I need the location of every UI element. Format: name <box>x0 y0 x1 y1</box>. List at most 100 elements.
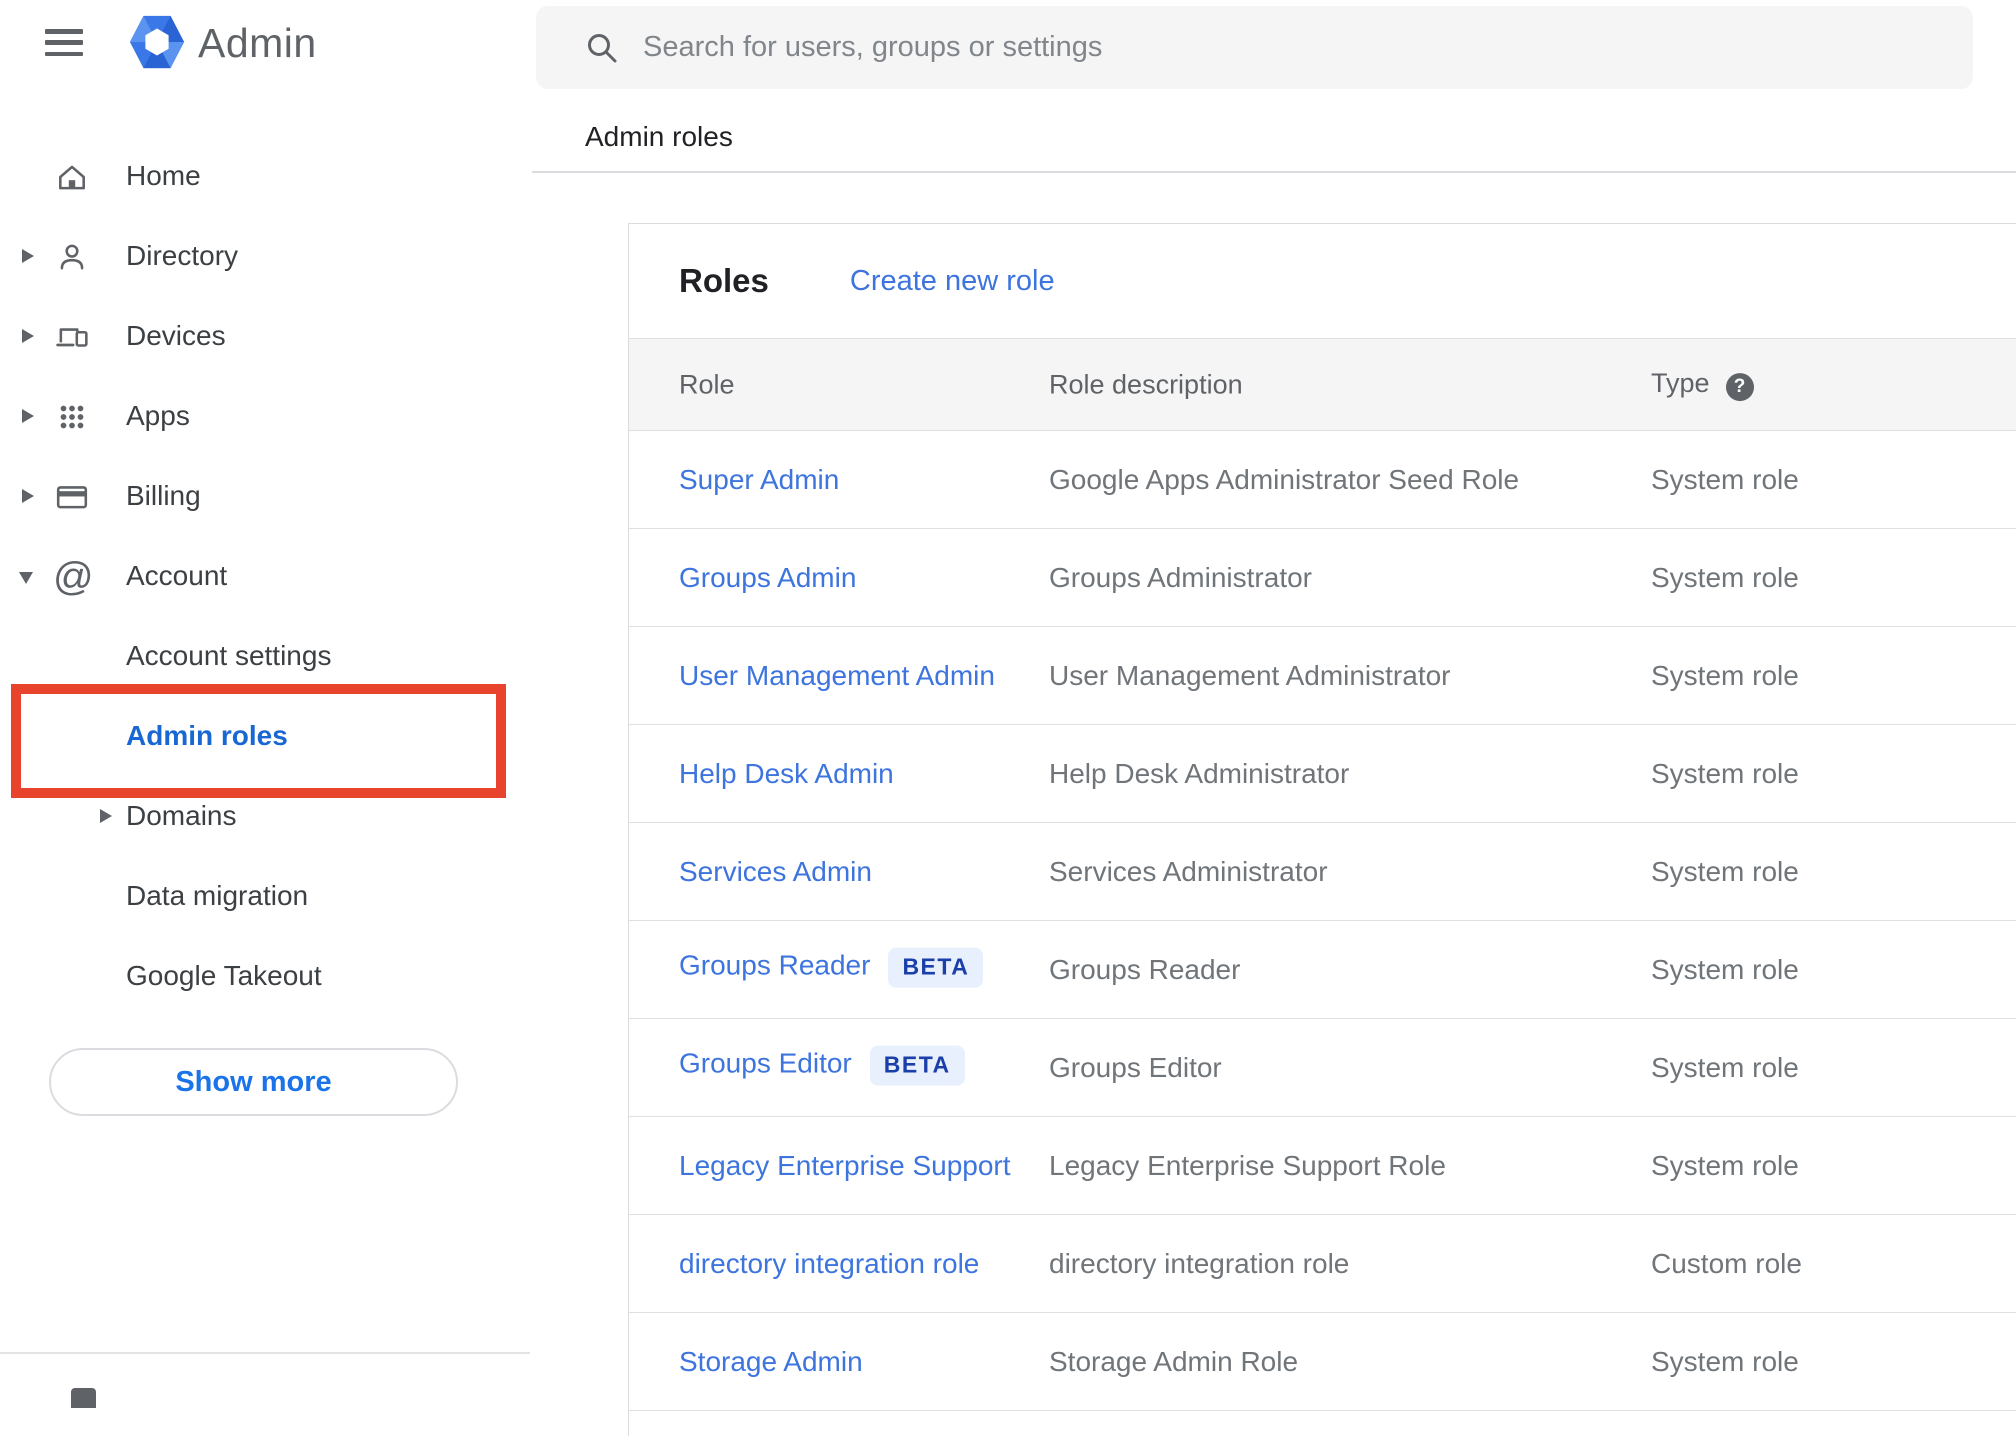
role-link[interactable]: Help Desk Admin <box>679 758 894 789</box>
sidebar-item-directory[interactable]: Directory <box>0 216 530 296</box>
role-description: User Management Administrator <box>1049 659 1451 691</box>
search-input[interactable] <box>643 6 1923 89</box>
sidebar-divider <box>0 1352 530 1354</box>
role-link[interactable]: Legacy Enterprise Support <box>679 1150 1011 1181</box>
role-type: Custom role <box>1651 1247 1802 1279</box>
apps-icon <box>55 400 89 434</box>
expand-arrow-icon[interactable] <box>100 809 112 823</box>
sidebar-item-account[interactable]: @ Account <box>0 536 530 616</box>
column-header-role: Role <box>679 369 735 399</box>
card-icon <box>55 480 89 514</box>
role-type: System role <box>1651 659 1799 691</box>
role-link[interactable]: Super Admin <box>679 464 839 495</box>
table-row: Legacy Enterprise Support Legacy Enterpri… <box>629 1117 2016 1215</box>
show-more-button[interactable]: Show more <box>49 1048 458 1116</box>
sidebar-item-label: Home <box>126 160 201 191</box>
admin-console-page: { "app": { "product_name": "Admin" }, "s… <box>0 0 2016 1436</box>
role-type: System role <box>1651 1149 1799 1181</box>
beta-badge: BETA <box>869 1045 965 1086</box>
sidebar-item-label: Devices <box>126 320 226 351</box>
role-type: System role <box>1651 953 1799 985</box>
expand-arrow-icon[interactable] <box>22 409 34 423</box>
role-type: System role <box>1651 463 1799 495</box>
sidebar-item-google-takeout[interactable]: Google Takeout <box>0 936 530 1016</box>
sidebar-item-apps[interactable]: Apps <box>0 376 530 456</box>
table-row: Groups Editor BETA Groups Editor System rol… <box>629 1019 2016 1117</box>
sidebar-header: Admin <box>0 0 530 90</box>
person-icon <box>55 240 89 274</box>
sidebar: Admin Home Directory Devices Apps Billing @ Ac… <box>0 0 530 1408</box>
role-link[interactable]: Groups Admin <box>679 562 856 593</box>
sidebar-item-data-migration[interactable]: Data migration <box>0 856 530 936</box>
role-type: System role <box>1651 1345 1799 1377</box>
sidebar-item-label: Billing <box>126 480 201 511</box>
breadcrumb: Admin roles <box>585 121 733 152</box>
role-description: Groups Editor <box>1049 1051 1222 1083</box>
role-type: System role <box>1651 1051 1799 1083</box>
role-description: Legacy Enterprise Support Role <box>1049 1149 1446 1181</box>
devices-icon <box>55 320 89 354</box>
sidebar-item-home[interactable]: Home <box>0 136 530 216</box>
role-type: System role <box>1651 757 1799 789</box>
table-header-row: Role Role description Type? <box>629 338 2016 431</box>
role-description: Google Apps Administrator Seed Role <box>1049 463 1520 495</box>
sidebar-item-devices[interactable]: Devices <box>0 296 530 376</box>
help-icon[interactable]: ? <box>1725 373 1754 402</box>
roles-card: Roles Create new role Role Role descript… <box>628 223 2016 1436</box>
table-body: Super Admin Google Apps Administrator See… <box>629 431 2016 1411</box>
sidebar-item-label: Google Takeout <box>126 960 322 991</box>
create-new-role-link[interactable]: Create new role <box>850 265 1055 298</box>
expand-arrow-icon[interactable] <box>22 329 34 343</box>
company-profile-icon <box>71 1388 96 1408</box>
admin-logo-icon <box>129 15 185 69</box>
sidebar-item-billing[interactable]: Billing <box>0 456 530 536</box>
sidebar-item-label: Account <box>126 560 228 591</box>
column-header-type: Type <box>1651 367 1710 398</box>
sidebar-item-account-settings[interactable]: Account settings <box>0 616 530 696</box>
role-link[interactable]: Groups Reader <box>679 949 870 980</box>
table-row: Groups Admin Groups Administrator System r… <box>629 529 2016 627</box>
column-header-description: Role description <box>1049 369 1243 399</box>
sidebar-item-label: Apps <box>126 400 190 431</box>
role-type: System role <box>1651 855 1799 887</box>
sidebar-item-domains[interactable]: Domains <box>0 776 530 856</box>
header-divider <box>532 171 2016 173</box>
search-bar[interactable] <box>536 6 1973 89</box>
role-link[interactable]: Storage Admin <box>679 1346 863 1377</box>
sidebar-item-label: Domains <box>126 800 237 831</box>
role-description: Groups Reader <box>1049 953 1241 985</box>
role-description: Groups Administrator <box>1049 561 1312 593</box>
role-description: Services Administrator <box>1049 855 1328 887</box>
expand-arrow-icon[interactable] <box>22 489 34 503</box>
role-type: System role <box>1651 561 1799 593</box>
sidebar-item-label: Account settings <box>126 640 332 671</box>
role-link[interactable]: User Management Admin <box>679 660 995 691</box>
role-link[interactable]: Services Admin <box>679 856 872 887</box>
sidebar-item-admin-roles[interactable]: Admin roles <box>0 694 530 776</box>
card-header: Roles Create new role <box>629 224 2016 338</box>
menu-icon[interactable] <box>45 29 83 56</box>
table-row: Groups Reader BETA Groups Reader System rol… <box>629 921 2016 1019</box>
table-row: Help Desk Admin Help Desk Administrator Sy… <box>629 725 2016 823</box>
role-link[interactable]: Groups Editor <box>679 1047 852 1078</box>
sidebar-nav: Home Directory Devices Apps Billing @ Account A… <box>0 136 530 1016</box>
sidebar-item-label: Directory <box>126 240 239 271</box>
table-row: Storage Admin Storage Admin Role System ro… <box>629 1313 2016 1411</box>
role-description: directory integration role <box>1049 1247 1350 1279</box>
table-row: directory integration role directory inte… <box>629 1215 2016 1313</box>
table-row: Services Admin Services Administrator Syst… <box>629 823 2016 921</box>
search-icon <box>588 34 617 63</box>
sidebar-item-label: Data migration <box>126 880 309 911</box>
sidebar-item-label: Admin roles <box>126 720 288 751</box>
home-icon <box>55 160 89 194</box>
beta-badge: BETA <box>888 947 984 988</box>
table-row: Super Admin Google Apps Administrator See… <box>629 431 2016 529</box>
role-description: Help Desk Administrator <box>1049 757 1350 789</box>
admin-logo-text: Admin <box>198 20 317 66</box>
at-icon: @ <box>53 555 94 599</box>
page-title: Roles <box>679 262 769 299</box>
role-description: Storage Admin Role <box>1049 1345 1299 1377</box>
role-link[interactable]: directory integration role <box>679 1248 979 1279</box>
expand-arrow-icon[interactable] <box>22 249 34 263</box>
collapse-arrow-icon[interactable] <box>19 572 33 584</box>
